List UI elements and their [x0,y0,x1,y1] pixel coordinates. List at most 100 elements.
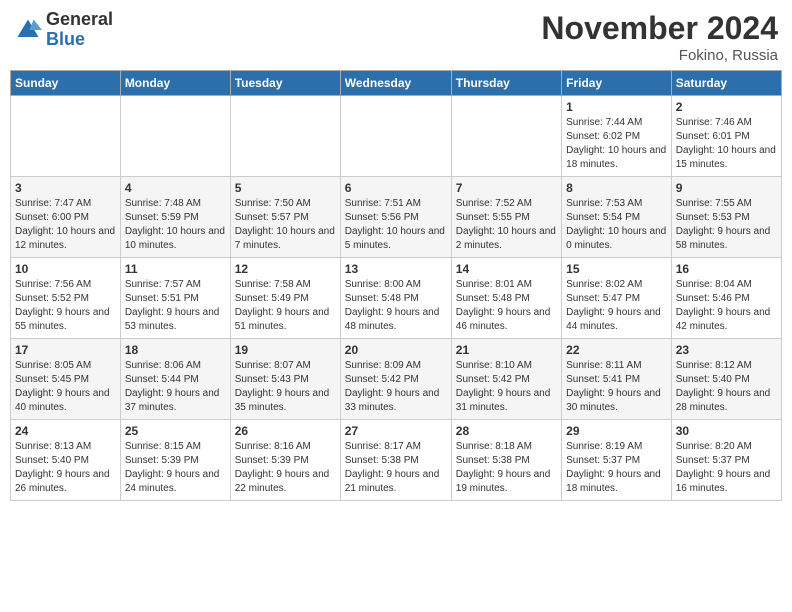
day-info: Sunrise: 8:00 AMSunset: 5:48 PMDaylight:… [345,279,440,332]
calendar-cell: 24 Sunrise: 8:13 AMSunset: 5:40 PMDaylig… [11,420,121,501]
day-info: Sunrise: 8:10 AMSunset: 5:42 PMDaylight:… [456,360,551,413]
day-number: 7 [456,181,557,195]
calendar-cell: 28 Sunrise: 8:18 AMSunset: 5:38 PMDaylig… [451,420,561,501]
day-info: Sunrise: 8:09 AMSunset: 5:42 PMDaylight:… [345,360,440,413]
day-number: 17 [15,343,116,357]
col-monday: Monday [120,71,230,96]
col-tuesday: Tuesday [230,71,340,96]
col-sunday: Sunday [11,71,121,96]
day-info: Sunrise: 7:58 AMSunset: 5:49 PMDaylight:… [235,279,330,332]
day-info: Sunrise: 8:11 AMSunset: 5:41 PMDaylight:… [566,360,661,413]
col-saturday: Saturday [671,71,781,96]
day-info: Sunrise: 7:51 AMSunset: 5:56 PMDaylight:… [345,198,445,251]
calendar-cell: 8 Sunrise: 7:53 AMSunset: 5:54 PMDayligh… [562,177,672,258]
day-number: 1 [566,100,667,114]
logo: General Blue [14,10,113,50]
day-info: Sunrise: 8:20 AMSunset: 5:37 PMDaylight:… [676,441,771,494]
day-info: Sunrise: 7:52 AMSunset: 5:55 PMDaylight:… [456,198,556,251]
day-number: 28 [456,424,557,438]
day-number: 23 [676,343,777,357]
calendar-cell: 19 Sunrise: 8:07 AMSunset: 5:43 PMDaylig… [230,339,340,420]
day-info: Sunrise: 8:13 AMSunset: 5:40 PMDaylight:… [15,441,110,494]
day-info: Sunrise: 8:17 AMSunset: 5:38 PMDaylight:… [345,441,440,494]
calendar-cell: 27 Sunrise: 8:17 AMSunset: 5:38 PMDaylig… [340,420,451,501]
calendar-cell [230,96,340,177]
day-info: Sunrise: 8:05 AMSunset: 5:45 PMDaylight:… [15,360,110,413]
calendar-week-row: 24 Sunrise: 8:13 AMSunset: 5:40 PMDaylig… [11,420,782,501]
calendar-cell: 7 Sunrise: 7:52 AMSunset: 5:55 PMDayligh… [451,177,561,258]
day-info: Sunrise: 7:55 AMSunset: 5:53 PMDaylight:… [676,198,771,251]
calendar-week-row: 3 Sunrise: 7:47 AMSunset: 6:00 PMDayligh… [11,177,782,258]
day-info: Sunrise: 8:15 AMSunset: 5:39 PMDaylight:… [125,441,220,494]
month-title: November 2024 [541,10,778,47]
calendar-cell: 14 Sunrise: 8:01 AMSunset: 5:48 PMDaylig… [451,258,561,339]
day-info: Sunrise: 8:18 AMSunset: 5:38 PMDaylight:… [456,441,551,494]
calendar-cell [451,96,561,177]
day-info: Sunrise: 7:47 AMSunset: 6:00 PMDaylight:… [15,198,115,251]
day-number: 15 [566,262,667,276]
day-number: 26 [235,424,336,438]
day-info: Sunrise: 8:16 AMSunset: 5:39 PMDaylight:… [235,441,330,494]
calendar-cell [11,96,121,177]
day-number: 2 [676,100,777,114]
day-info: Sunrise: 8:19 AMSunset: 5:37 PMDaylight:… [566,441,661,494]
day-number: 30 [676,424,777,438]
day-number: 12 [235,262,336,276]
calendar-cell: 10 Sunrise: 7:56 AMSunset: 5:52 PMDaylig… [11,258,121,339]
calendar-table: Sunday Monday Tuesday Wednesday Thursday… [10,70,782,501]
col-wednesday: Wednesday [340,71,451,96]
calendar-cell: 12 Sunrise: 7:58 AMSunset: 5:49 PMDaylig… [230,258,340,339]
day-info: Sunrise: 7:44 AMSunset: 6:02 PMDaylight:… [566,117,666,170]
calendar-cell: 6 Sunrise: 7:51 AMSunset: 5:56 PMDayligh… [340,177,451,258]
calendar-week-row: 10 Sunrise: 7:56 AMSunset: 5:52 PMDaylig… [11,258,782,339]
calendar-cell: 3 Sunrise: 7:47 AMSunset: 6:00 PMDayligh… [11,177,121,258]
day-info: Sunrise: 7:53 AMSunset: 5:54 PMDaylight:… [566,198,666,251]
calendar-week-row: 1 Sunrise: 7:44 AMSunset: 6:02 PMDayligh… [11,96,782,177]
title-block: November 2024 Fokino, Russia [541,10,778,64]
day-number: 3 [15,181,116,195]
calendar-cell: 13 Sunrise: 8:00 AMSunset: 5:48 PMDaylig… [340,258,451,339]
day-info: Sunrise: 8:01 AMSunset: 5:48 PMDaylight:… [456,279,551,332]
calendar-cell: 15 Sunrise: 8:02 AMSunset: 5:47 PMDaylig… [562,258,672,339]
calendar-header-row: Sunday Monday Tuesday Wednesday Thursday… [11,71,782,96]
day-number: 10 [15,262,116,276]
calendar-cell: 1 Sunrise: 7:44 AMSunset: 6:02 PMDayligh… [562,96,672,177]
calendar-cell: 9 Sunrise: 7:55 AMSunset: 5:53 PMDayligh… [671,177,781,258]
calendar-cell: 21 Sunrise: 8:10 AMSunset: 5:42 PMDaylig… [451,339,561,420]
day-number: 5 [235,181,336,195]
calendar-cell: 26 Sunrise: 8:16 AMSunset: 5:39 PMDaylig… [230,420,340,501]
day-info: Sunrise: 7:48 AMSunset: 5:59 PMDaylight:… [125,198,225,251]
calendar-cell: 5 Sunrise: 7:50 AMSunset: 5:57 PMDayligh… [230,177,340,258]
calendar-week-row: 17 Sunrise: 8:05 AMSunset: 5:45 PMDaylig… [11,339,782,420]
page-header: General Blue November 2024 Fokino, Russi… [10,10,782,64]
day-number: 13 [345,262,447,276]
day-info: Sunrise: 8:04 AMSunset: 5:46 PMDaylight:… [676,279,771,332]
day-info: Sunrise: 8:02 AMSunset: 5:47 PMDaylight:… [566,279,661,332]
day-info: Sunrise: 8:12 AMSunset: 5:40 PMDaylight:… [676,360,771,413]
day-number: 19 [235,343,336,357]
calendar-cell: 20 Sunrise: 8:09 AMSunset: 5:42 PMDaylig… [340,339,451,420]
day-info: Sunrise: 7:57 AMSunset: 5:51 PMDaylight:… [125,279,220,332]
day-number: 25 [125,424,226,438]
calendar-cell: 16 Sunrise: 8:04 AMSunset: 5:46 PMDaylig… [671,258,781,339]
location: Fokino, Russia [541,47,778,64]
col-friday: Friday [562,71,672,96]
day-info: Sunrise: 7:46 AMSunset: 6:01 PMDaylight:… [676,117,776,170]
calendar-cell: 17 Sunrise: 8:05 AMSunset: 5:45 PMDaylig… [11,339,121,420]
day-number: 9 [676,181,777,195]
calendar-cell: 4 Sunrise: 7:48 AMSunset: 5:59 PMDayligh… [120,177,230,258]
day-number: 8 [566,181,667,195]
day-info: Sunrise: 8:07 AMSunset: 5:43 PMDaylight:… [235,360,330,413]
logo-blue: Blue [46,30,113,50]
calendar-cell: 23 Sunrise: 8:12 AMSunset: 5:40 PMDaylig… [671,339,781,420]
day-number: 18 [125,343,226,357]
day-number: 22 [566,343,667,357]
day-info: Sunrise: 8:06 AMSunset: 5:44 PMDaylight:… [125,360,220,413]
day-number: 16 [676,262,777,276]
logo-text: General Blue [46,10,113,50]
day-number: 20 [345,343,447,357]
day-number: 11 [125,262,226,276]
calendar-cell: 11 Sunrise: 7:57 AMSunset: 5:51 PMDaylig… [120,258,230,339]
day-number: 29 [566,424,667,438]
calendar-cell: 25 Sunrise: 8:15 AMSunset: 5:39 PMDaylig… [120,420,230,501]
